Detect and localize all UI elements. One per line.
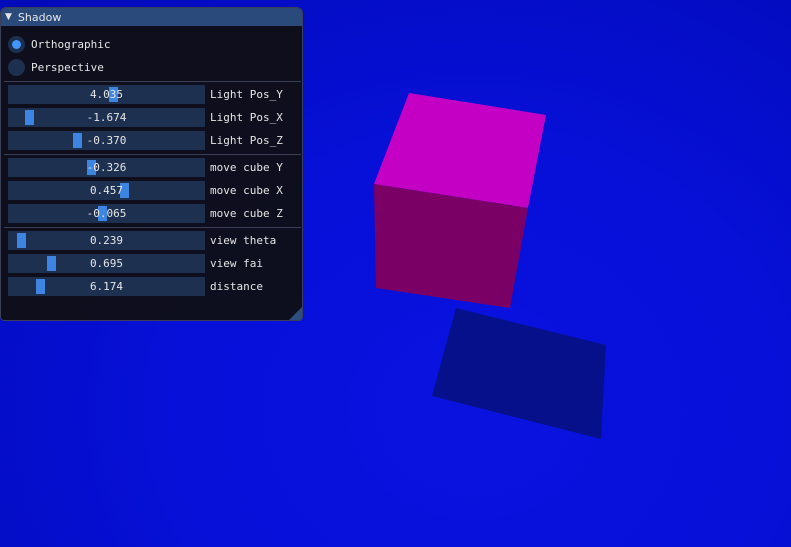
slider-track[interactable]: -0.326 <box>8 158 205 177</box>
slider-track[interactable]: 0.239 <box>8 231 205 250</box>
slider-value: -0.065 <box>86 207 127 220</box>
slider-value: -0.370 <box>86 134 127 147</box>
cube-shadow <box>432 308 606 439</box>
window-title: Shadow <box>17 10 62 24</box>
collapse-arrow-icon[interactable]: ▼ <box>5 12 12 22</box>
slider-track[interactable]: -0.370 <box>8 131 205 150</box>
slider-track[interactable]: 4.035 <box>8 85 205 104</box>
slider-light-pos-y[interactable]: 4.035 Light Pos_Y <box>8 85 283 104</box>
separator <box>4 227 301 228</box>
slider-value: 4.035 <box>89 88 124 101</box>
slider-value: 6.174 <box>89 280 124 293</box>
slider-light-pos-z[interactable]: -0.370 Light Pos_Z <box>8 131 283 150</box>
radio-button[interactable] <box>8 58 25 76</box>
slider-value: 0.695 <box>89 257 124 270</box>
slider-value: -1.674 <box>86 111 127 124</box>
slider-label: view fai <box>210 257 263 270</box>
slider-value: 0.457 <box>89 184 124 197</box>
slider-light-pos-x[interactable]: -1.674 Light Pos_X <box>8 108 283 127</box>
slider-move-cube-x[interactable]: 0.457 move cube X <box>8 181 283 200</box>
slider-label: move cube Z <box>210 207 283 220</box>
slider-track[interactable]: 0.457 <box>8 181 205 200</box>
shadow-settings-window[interactable]: ▼ Shadow Orthographic Perspective 4.035 … <box>0 7 303 321</box>
slider-view-theta[interactable]: 0.239 view theta <box>8 231 276 250</box>
slider-view-fai[interactable]: 0.695 view fai <box>8 254 263 273</box>
radio-button[interactable] <box>8 35 25 53</box>
slider-track[interactable]: -1.674 <box>8 108 205 127</box>
slider-move-cube-z[interactable]: -0.065 move cube Z <box>8 204 283 223</box>
slider-label: Light Pos_X <box>210 111 283 124</box>
slider-label: view theta <box>210 234 277 247</box>
slider-label: Light Pos_Y <box>210 88 283 101</box>
slider-move-cube-y[interactable]: -0.326 move cube Y <box>8 158 283 177</box>
radio-selected-dot <box>12 39 21 49</box>
radio-label: Orthographic <box>31 37 111 51</box>
slider-value: -0.326 <box>86 161 127 174</box>
slider-value: 0.239 <box>89 234 124 247</box>
slider-distance[interactable]: 6.174 distance <box>8 277 263 296</box>
radio-perspective[interactable]: Perspective <box>8 58 104 76</box>
slider-label: move cube X <box>210 184 283 197</box>
slider-label: move cube Y <box>210 161 283 174</box>
separator <box>4 81 301 82</box>
resize-grip[interactable] <box>289 307 302 320</box>
slider-track[interactable]: 6.174 <box>8 277 205 296</box>
separator <box>4 154 301 155</box>
slider-label: Light Pos_Z <box>210 134 283 147</box>
slider-track[interactable]: 0.695 <box>8 254 205 273</box>
radio-label: Perspective <box>31 60 104 74</box>
radio-orthographic[interactable]: Orthographic <box>8 35 110 53</box>
window-title-bar[interactable]: ▼ Shadow <box>1 8 302 26</box>
slider-track[interactable]: -0.065 <box>8 204 205 223</box>
slider-label: distance <box>210 280 263 293</box>
